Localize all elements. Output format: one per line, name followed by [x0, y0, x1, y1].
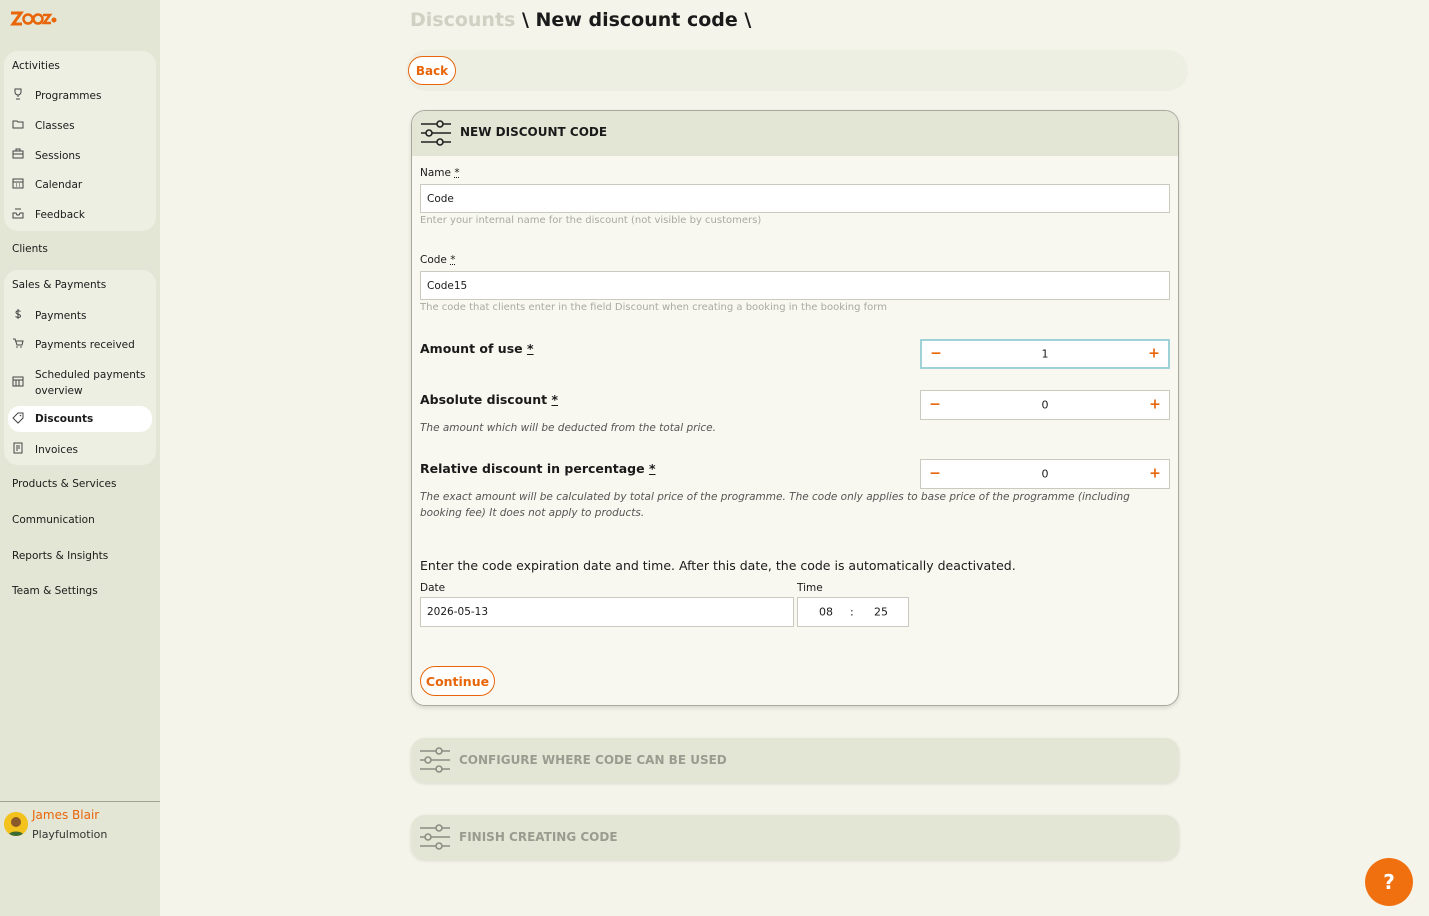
user-org: Playfulmotion: [32, 828, 108, 841]
date-label: Date: [420, 582, 446, 594]
calendar-grid-icon: [12, 376, 24, 387]
avatar[interactable]: [4, 812, 28, 836]
sidebar-item-label: Payments: [35, 310, 87, 322]
sliders-icon: [420, 747, 450, 773]
date-input[interactable]: 2026-05-13: [420, 597, 794, 627]
step-title: FINISH CREATING CODE: [459, 830, 618, 844]
back-bar: [406, 50, 1188, 91]
trophy-icon: [14, 88, 22, 100]
nav-heading-sales[interactable]: Sales & Payments: [12, 279, 106, 291]
nav-heading-clients[interactable]: Clients: [12, 243, 48, 255]
relative-discount-hint: The exact amount will be calculated by t…: [420, 491, 1130, 519]
invoice-icon: [13, 442, 23, 454]
step-title: CONFIGURE WHERE CODE CAN BE USED: [459, 753, 727, 767]
inbox-icon: [12, 208, 24, 219]
code-label: Code *: [420, 254, 455, 266]
finish-creating-step[interactable]: FINISH CREATING CODE: [411, 815, 1179, 860]
nav-heading-communication[interactable]: Communication: [12, 514, 95, 526]
briefcase-icon: [12, 148, 24, 159]
back-button[interactable]: Back: [408, 56, 456, 85]
sliders-icon: [420, 824, 450, 850]
calendar-icon: [12, 178, 24, 189]
required-mark: *: [454, 167, 460, 179]
sidebar-item-label: Classes: [35, 120, 75, 132]
card-title: NEW DISCOUNT CODE: [460, 125, 608, 139]
nav-heading-reports[interactable]: Reports & Insights: [12, 550, 108, 562]
cart-icon: [13, 338, 24, 348]
continue-button[interactable]: Continue: [420, 666, 495, 696]
sidebar-item-label: Sessions: [35, 150, 81, 162]
breadcrumb-separator: \: [737, 9, 752, 31]
amount-of-use-stepper[interactable]: − 1 +: [920, 339, 1170, 369]
code-input[interactable]: Code15: [420, 271, 1170, 300]
absolute-label-text: Absolute discount: [420, 392, 548, 407]
name-hint: Enter your internal name for the discoun…: [420, 215, 762, 226]
name-label-text: Name: [420, 167, 451, 179]
time-input[interactable]: 08 : 25: [797, 597, 909, 627]
page-title: New discount code: [535, 9, 738, 31]
help-icon: ?: [1383, 870, 1395, 894]
amount-label-text: Amount of use: [420, 341, 523, 356]
new-discount-card: NEW DISCOUNT CODE Name * Code Enter your…: [411, 110, 1179, 706]
sidebar-item-label: Discounts: [35, 413, 94, 425]
name-input[interactable]: Code: [420, 184, 1170, 213]
help-button[interactable]: ?: [1365, 858, 1413, 906]
relative-discount-value[interactable]: 0: [921, 468, 1169, 481]
nav-heading-team[interactable]: Team & Settings: [12, 585, 98, 597]
sidebar-item-discounts[interactable]: Discounts: [8, 406, 152, 432]
sidebar-item-label: Scheduled payments overview: [35, 369, 146, 397]
required-mark: *: [648, 461, 656, 476]
increment-button[interactable]: +: [1144, 346, 1164, 362]
time-label: Time: [797, 582, 823, 594]
required-mark: *: [551, 392, 558, 407]
time-separator: :: [850, 605, 854, 619]
folder-icon: [12, 120, 24, 129]
zooza-logo[interactable]: [9, 9, 57, 29]
code-hint: The code that clients enter in the field…: [420, 302, 887, 313]
amount-of-use-label: Amount of use *: [420, 341, 534, 356]
absolute-discount-stepper[interactable]: − 0 +: [920, 390, 1170, 420]
code-label-text: Code: [420, 254, 447, 266]
configure-usage-step[interactable]: CONFIGURE WHERE CODE CAN BE USED: [411, 738, 1179, 783]
sidebar-item-label: Payments received: [35, 339, 135, 351]
user-name[interactable]: James Blair: [32, 808, 99, 822]
amount-of-use-value[interactable]: 1: [922, 348, 1168, 361]
sidebar-item-label: Feedback: [35, 209, 86, 221]
nav-heading-activities[interactable]: Activities: [12, 60, 60, 72]
absolute-discount-label: Absolute discount *: [420, 392, 558, 407]
name-label: Name *: [420, 167, 460, 179]
avatar-image: [4, 812, 28, 836]
nav-heading-products[interactable]: Products & Services: [12, 478, 116, 490]
card-header[interactable]: NEW DISCOUNT CODE: [412, 111, 1178, 156]
increment-button[interactable]: +: [1145, 466, 1165, 482]
relative-label-text: Relative discount in percentage: [420, 461, 645, 476]
relative-discount-stepper[interactable]: − 0 +: [920, 459, 1170, 489]
sidebar-item-label: Invoices: [35, 444, 79, 456]
breadcrumb-separator: \: [515, 9, 536, 31]
time-minute[interactable]: 25: [874, 606, 888, 619]
required-mark: *: [526, 341, 534, 356]
sliders-icon: [421, 120, 451, 146]
sidebar: Activities Programmes Classes Sessions C…: [0, 0, 160, 916]
breadcrumb-discounts[interactable]: Discounts: [410, 9, 515, 31]
increment-button[interactable]: +: [1145, 397, 1165, 413]
time-hour[interactable]: 08: [819, 606, 833, 619]
sidebar-divider: [0, 801, 160, 802]
breadcrumb: Discounts \ New discount code \: [410, 9, 751, 31]
absolute-discount-value[interactable]: 0: [921, 399, 1169, 412]
sidebar-item-label: Programmes: [35, 90, 102, 102]
required-mark: *: [450, 254, 456, 266]
tag-icon: [12, 412, 24, 424]
expiry-instructions: Enter the code expiration date and time.…: [420, 558, 1016, 573]
absolute-discount-hint: The amount which will be deducted from t…: [420, 422, 716, 434]
relative-discount-label: Relative discount in percentage *: [420, 461, 656, 476]
sidebar-item-label: Calendar: [35, 179, 83, 191]
activities-group: [4, 51, 156, 231]
dollar-icon: [15, 309, 22, 319]
